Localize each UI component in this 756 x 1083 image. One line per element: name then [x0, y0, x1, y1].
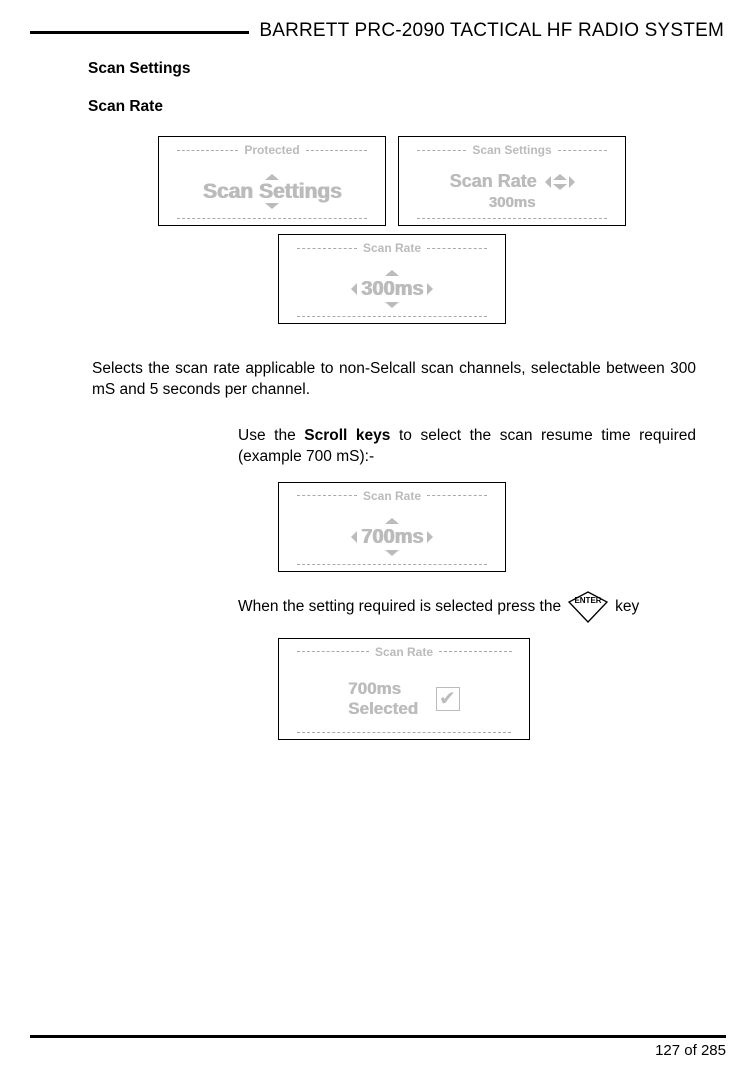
arrow-down-icon	[265, 203, 279, 209]
paragraph-scroll-keys: Use the Scroll keys to select the scan r…	[238, 426, 696, 468]
lcd-bottom-rule	[297, 316, 487, 317]
arrow-up-icon	[385, 270, 399, 276]
lcd-scan-rate-300: Scan Rate 300ms	[278, 234, 506, 324]
lcd-bottom-rule	[417, 218, 607, 219]
lcd-row-1: Protected Scan Settings Scan Settings Sc…	[88, 136, 696, 226]
enter-key-line: When the setting required is selected pr…	[238, 590, 696, 624]
enter-key-icon: ENTER	[567, 590, 609, 624]
header: BARRETT PRC-2090 TACTICAL HF RADIO SYSTE…	[30, 20, 726, 42]
confirm-line1: 700ms	[348, 679, 401, 699]
lcd-bottom-rule	[297, 564, 487, 565]
arrow-up-icon	[265, 174, 279, 180]
lcd-title: Scan Rate	[297, 241, 487, 255]
lcd-main-text: 700ms	[361, 527, 423, 547]
lcd-bottom-rule	[177, 218, 367, 219]
lcd-body: Scan Rate 300ms	[399, 157, 625, 225]
arrow-right-icon	[427, 283, 433, 295]
footer-rule	[30, 1035, 726, 1038]
paragraph-description: Selects the scan rate applicable to non-…	[92, 359, 696, 401]
scroll-indicator: Scan Settings	[203, 174, 342, 209]
lcd-title-text: Scan Rate	[369, 645, 439, 659]
lcd-title: Scan Rate	[297, 645, 512, 659]
arrow-right-icon	[427, 531, 433, 543]
lcd-title: Scan Settings	[417, 143, 607, 157]
content-area: Scan Settings Scan Rate Protected Scan S…	[30, 42, 726, 740]
lcd-title-text: Scan Rate	[357, 241, 427, 255]
lcd-title: Scan Rate	[297, 489, 487, 503]
lcd-scan-settings-rate: Scan Settings Scan Rate 300	[398, 136, 626, 226]
lcd-scan-rate-confirm: Scan Rate 700ms Selected	[278, 638, 530, 740]
lcd-protected: Protected Scan Settings	[158, 136, 386, 226]
lcd-title: Protected	[177, 143, 367, 157]
lcd-body: Scan Settings	[159, 157, 385, 225]
arrow-down-icon	[385, 550, 399, 556]
arrow-up-icon	[385, 518, 399, 524]
lcd-line2-text: 300ms	[489, 194, 536, 211]
lcd-body: 700ms Selected	[348, 659, 460, 739]
p3-post: key	[615, 598, 639, 616]
confirm-text: 700ms Selected	[348, 679, 418, 719]
heading-scan-rate: Scan Rate	[88, 98, 696, 116]
instruction-block: Use the Scroll keys to select the scan r…	[238, 426, 696, 740]
lcd-title-text: Scan Settings	[466, 143, 557, 157]
lcd-bottom-rule	[297, 732, 511, 733]
lcd-scan-rate-700: Scan Rate 700ms	[278, 482, 506, 572]
arrow-up-icon	[553, 174, 567, 180]
lcd-main-text: 300ms	[361, 279, 423, 299]
p2-bold: Scroll keys	[304, 427, 390, 444]
page: BARRETT PRC-2090 TACTICAL HF RADIO SYSTE…	[0, 0, 756, 1083]
p3-pre: When the setting required is selected pr…	[238, 598, 561, 616]
scroll-indicator: 700ms	[351, 518, 433, 556]
footer: 127 of 285	[30, 1035, 726, 1059]
header-title: BARRETT PRC-2090 TACTICAL HF RADIO SYSTE…	[249, 20, 726, 42]
arrow-left-icon	[545, 176, 551, 188]
arrow-down-icon	[385, 302, 399, 308]
arrow-down-icon	[553, 184, 567, 190]
lcd-body: 300ms	[279, 255, 505, 323]
arrow-left-icon	[351, 531, 357, 543]
checkmark-icon	[436, 687, 460, 711]
p2-pre: Use the	[238, 427, 304, 444]
page-number: 127 of 285	[30, 1042, 726, 1059]
scroll-indicator: 300ms	[351, 270, 433, 308]
lcd-line1-text: Scan Rate	[449, 171, 536, 192]
lcd-title-text: Scan Rate	[357, 489, 427, 503]
arrow-right-icon	[569, 176, 575, 188]
lcd-main-text: Scan Settings	[203, 181, 342, 202]
scroll-diamond-icon	[545, 174, 575, 190]
confirm-line2: Selected	[348, 699, 418, 719]
lcd-title-text: Protected	[238, 143, 305, 157]
arrow-left-icon	[351, 283, 357, 295]
heading-scan-settings: Scan Settings	[88, 60, 696, 78]
enter-label: ENTER	[575, 596, 602, 605]
lcd-row-4: Scan Rate 700ms Selected	[278, 638, 696, 740]
lcd-body: 700ms	[279, 503, 505, 571]
lcd-row-3: Scan Rate 700ms	[278, 482, 696, 572]
lcd-row-2: Scan Rate 300ms	[88, 234, 696, 324]
lcd-line-1: Scan Rate	[449, 171, 574, 192]
